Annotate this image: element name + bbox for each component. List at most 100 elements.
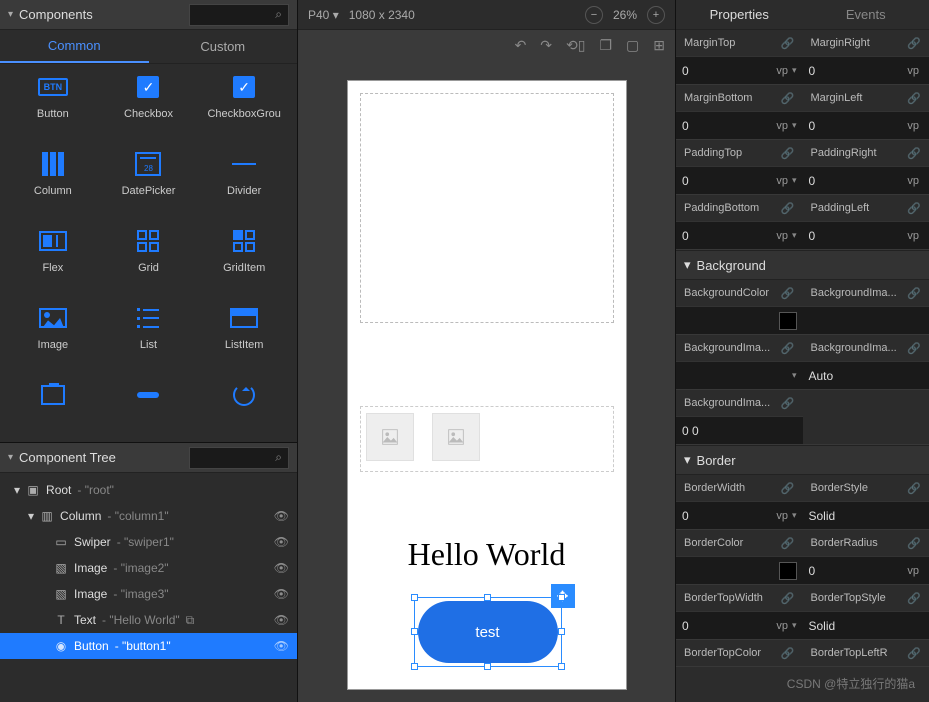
tab-properties[interactable]: Properties: [676, 0, 803, 29]
link-icon[interactable]: 🔗: [781, 287, 795, 300]
link-icon[interactable]: 🔗: [781, 92, 795, 105]
prop-borderstyle-input[interactable]: Solid: [803, 501, 929, 529]
resize-handle[interactable]: [484, 663, 491, 670]
link-icon[interactable]: 🔗: [781, 37, 795, 50]
comp-divider[interactable]: Divider: [196, 151, 292, 213]
color-swatch[interactable]: [779, 562, 797, 580]
image-placeholder[interactable]: [432, 413, 480, 461]
resize-handle[interactable]: [558, 594, 565, 601]
link-icon[interactable]: 🔗: [907, 147, 921, 160]
link-icon[interactable]: 🔗: [907, 342, 921, 355]
copy-icon[interactable]: ⧉: [186, 613, 195, 628]
eye-icon[interactable]: 👁: [274, 613, 289, 627]
link-icon[interactable]: 🔗: [781, 592, 795, 605]
redo-icon[interactable]: ↷: [540, 37, 552, 54]
eye-icon[interactable]: 👁: [274, 535, 289, 549]
prop-paddingright-input[interactable]: 0vp: [803, 166, 929, 194]
prop-paddingbottom-input[interactable]: 0vp▾: [676, 221, 803, 249]
comp-refresh[interactable]: [196, 382, 292, 432]
tree-image2[interactable]: ▧Image- "image3"👁: [0, 581, 297, 607]
prop-borderwidth-input[interactable]: 0vp▾: [676, 501, 803, 529]
prop-bgimg-input[interactable]: 0 0: [676, 416, 803, 444]
tree-button[interactable]: ◉Button- "button1"👁: [0, 633, 297, 659]
color-swatch[interactable]: [779, 312, 797, 330]
eye-icon[interactable]: 👁: [274, 587, 289, 601]
swiper-placeholder[interactable]: [360, 93, 614, 323]
link-icon[interactable]: 🔗: [907, 482, 921, 495]
comp-column[interactable]: Column: [5, 151, 101, 213]
tree-image1[interactable]: ▧Image- "image2"👁: [0, 555, 297, 581]
comp-list[interactable]: List: [101, 305, 197, 367]
prop-paddingtop-input[interactable]: 0vp▾: [676, 166, 803, 194]
link-icon[interactable]: 🔗: [781, 482, 795, 495]
section-background[interactable]: ▾Background: [676, 250, 929, 280]
resize-handle[interactable]: [411, 594, 418, 601]
prop-bordercolor-input[interactable]: [676, 556, 803, 584]
prop-bgimg-input[interactable]: [803, 306, 929, 334]
chevron-down-icon[interactable]: ▾: [792, 65, 797, 76]
tree-column[interactable]: ▾▥Column- "column1"👁: [0, 503, 297, 529]
prop-borderradius-input[interactable]: 0vp: [803, 556, 929, 584]
device-selector[interactable]: P40 ▾: [308, 8, 339, 22]
comp-checkboxgroup[interactable]: ✓CheckboxGrou: [196, 74, 292, 136]
tab-custom[interactable]: Custom: [149, 30, 298, 63]
tab-events[interactable]: Events: [803, 0, 929, 29]
device-preview[interactable]: Hello World test ✥: [347, 80, 627, 690]
link-icon[interactable]: 🔗: [781, 647, 795, 660]
link-icon[interactable]: 🔗: [907, 647, 921, 660]
prop-bordertopwidth-input[interactable]: 0vp▾: [676, 611, 803, 639]
resize-handle[interactable]: [411, 628, 418, 635]
undo-icon[interactable]: ↶: [515, 37, 527, 54]
link-icon[interactable]: 🔗: [907, 287, 921, 300]
tab-common[interactable]: Common: [0, 30, 149, 63]
link-icon[interactable]: 🔗: [907, 202, 921, 215]
link-icon[interactable]: 🔗: [781, 147, 795, 160]
eye-icon[interactable]: 👁: [274, 561, 289, 575]
eye-icon[interactable]: 👁: [274, 509, 289, 523]
tree-search[interactable]: ⌕: [189, 447, 289, 469]
tree-swiper[interactable]: ▭Swiper- "swiper1"👁: [0, 529, 297, 555]
eye-icon[interactable]: 👁: [274, 639, 289, 653]
link-icon[interactable]: 🔗: [781, 397, 795, 410]
prop-marginright-input[interactable]: 0vp: [803, 56, 929, 84]
prop-marginleft-input[interactable]: 0vp: [803, 111, 929, 139]
hello-text[interactable]: Hello World: [348, 536, 626, 573]
comp-nav[interactable]: [5, 382, 101, 432]
link-icon[interactable]: 🔗: [781, 342, 795, 355]
prop-bgcolor-input[interactable]: [676, 306, 803, 334]
image-placeholder[interactable]: [366, 413, 414, 461]
comp-griditem[interactable]: GridItem: [196, 228, 292, 290]
comp-button[interactable]: BTNButton: [5, 74, 101, 136]
link-icon[interactable]: 🔗: [907, 592, 921, 605]
link-icon[interactable]: 🔗: [907, 37, 921, 50]
comp-listitem[interactable]: ListItem: [196, 305, 292, 367]
comp-datepicker[interactable]: 28DatePicker: [101, 151, 197, 213]
resize-handle[interactable]: [484, 594, 491, 601]
resize-handle[interactable]: [558, 628, 565, 635]
prop-marginbottom-input[interactable]: 0vp▾: [676, 111, 803, 139]
chevron-down-icon[interactable]: ▾: [8, 9, 13, 20]
components-search[interactable]: ⌕: [189, 4, 289, 26]
grid-icon[interactable]: ⊞: [653, 37, 665, 54]
layers-icon[interactable]: ❐: [599, 37, 612, 54]
prop-bgimg-input[interactable]: Auto: [803, 361, 929, 389]
chevron-down-icon[interactable]: ▾: [8, 452, 13, 463]
zoom-in-button[interactable]: +: [647, 6, 665, 24]
tree-text[interactable]: TText- "Hello World"⧉👁: [0, 607, 297, 633]
rotate-icon[interactable]: ⟲▯: [566, 37, 585, 54]
prop-bordertopstyle-input[interactable]: Solid: [803, 611, 929, 639]
link-icon[interactable]: 🔗: [907, 92, 921, 105]
comp-bar[interactable]: [101, 382, 197, 432]
prop-paddingleft-input[interactable]: 0vp: [803, 221, 929, 249]
comp-checkbox[interactable]: ✓Checkbox: [101, 74, 197, 136]
link-icon[interactable]: 🔗: [781, 537, 795, 550]
link-icon[interactable]: 🔗: [781, 202, 795, 215]
prop-bgimg-input[interactable]: ▾: [676, 361, 803, 389]
zoom-out-button[interactable]: −: [585, 6, 603, 24]
rect-icon[interactable]: ▢: [626, 37, 639, 54]
link-icon[interactable]: 🔗: [907, 537, 921, 550]
comp-flex[interactable]: Flex: [5, 228, 101, 290]
comp-grid[interactable]: Grid: [101, 228, 197, 290]
prop-margintop-input[interactable]: 0vp▾: [676, 56, 803, 84]
section-border[interactable]: ▾Border: [676, 445, 929, 475]
